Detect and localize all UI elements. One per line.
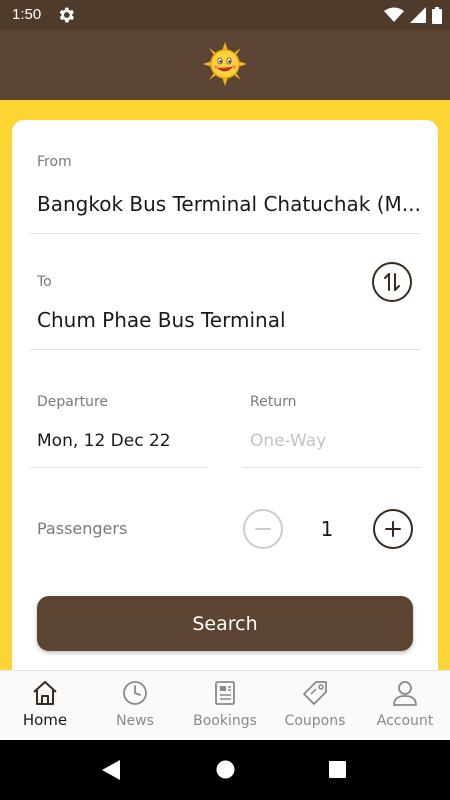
nav-home[interactable]: Home xyxy=(0,671,90,741)
departure-divider xyxy=(30,467,207,468)
nav-news-label: News xyxy=(116,713,154,729)
status-bar: 1:50 xyxy=(0,0,450,30)
nav-coupons[interactable]: Coupons xyxy=(270,671,360,741)
sun-mascot-logo xyxy=(203,42,247,86)
return-label: Return xyxy=(250,394,297,410)
tag-icon xyxy=(303,681,327,705)
swap-button[interactable] xyxy=(372,262,412,302)
from-label: From xyxy=(37,154,72,170)
status-time: 1:50 xyxy=(12,6,42,23)
recents-square-icon[interactable] xyxy=(329,761,346,778)
person-icon xyxy=(393,681,417,706)
battery-icon xyxy=(432,6,442,24)
plus-icon xyxy=(385,521,401,537)
departure-date-field[interactable]: Mon, 12 Dec 22 xyxy=(37,431,171,451)
system-nav-bar xyxy=(0,740,450,800)
nav-home-label: Home xyxy=(22,711,68,729)
ticket-icon xyxy=(215,681,235,705)
minus-icon xyxy=(255,528,271,530)
settings-gear-icon xyxy=(59,7,75,23)
wifi-icon xyxy=(384,7,404,22)
passengers-count: 1 xyxy=(320,517,334,541)
decrease-passengers-button[interactable] xyxy=(243,509,283,549)
nav-account[interactable]: Account xyxy=(360,671,450,741)
to-label: To xyxy=(37,274,52,290)
from-field[interactable]: Bangkok Bus Terminal Chatuchak (M... xyxy=(37,192,421,216)
cellular-signal-icon xyxy=(410,7,426,23)
nav-account-label: Account xyxy=(376,713,434,729)
return-divider xyxy=(242,467,420,468)
nav-bookings-label: Bookings xyxy=(193,713,257,729)
return-date-field[interactable]: One-Way xyxy=(250,431,326,451)
search-card: From Bangkok Bus Terminal Chatuchak (M..… xyxy=(12,120,438,680)
search-button[interactable]: Search xyxy=(37,596,413,651)
clock-icon xyxy=(123,681,147,705)
to-field[interactable]: Chum Phae Bus Terminal xyxy=(37,308,286,332)
back-icon[interactable] xyxy=(102,760,120,780)
departure-label: Departure xyxy=(37,394,109,410)
increase-passengers-button[interactable] xyxy=(373,509,413,549)
from-divider xyxy=(30,233,420,234)
to-divider xyxy=(30,349,420,350)
nav-bookings[interactable]: Bookings xyxy=(180,671,270,741)
nav-coupons-label: Coupons xyxy=(284,713,346,729)
swap-vertical-icon xyxy=(384,273,400,291)
nav-news[interactable]: News xyxy=(90,671,180,741)
passengers-label: Passengers xyxy=(37,519,128,538)
app-header xyxy=(0,30,450,100)
bottom-nav: Home News Bookings Coupons Account xyxy=(0,670,450,740)
home-circle-icon[interactable] xyxy=(216,760,235,779)
home-icon xyxy=(33,681,57,705)
